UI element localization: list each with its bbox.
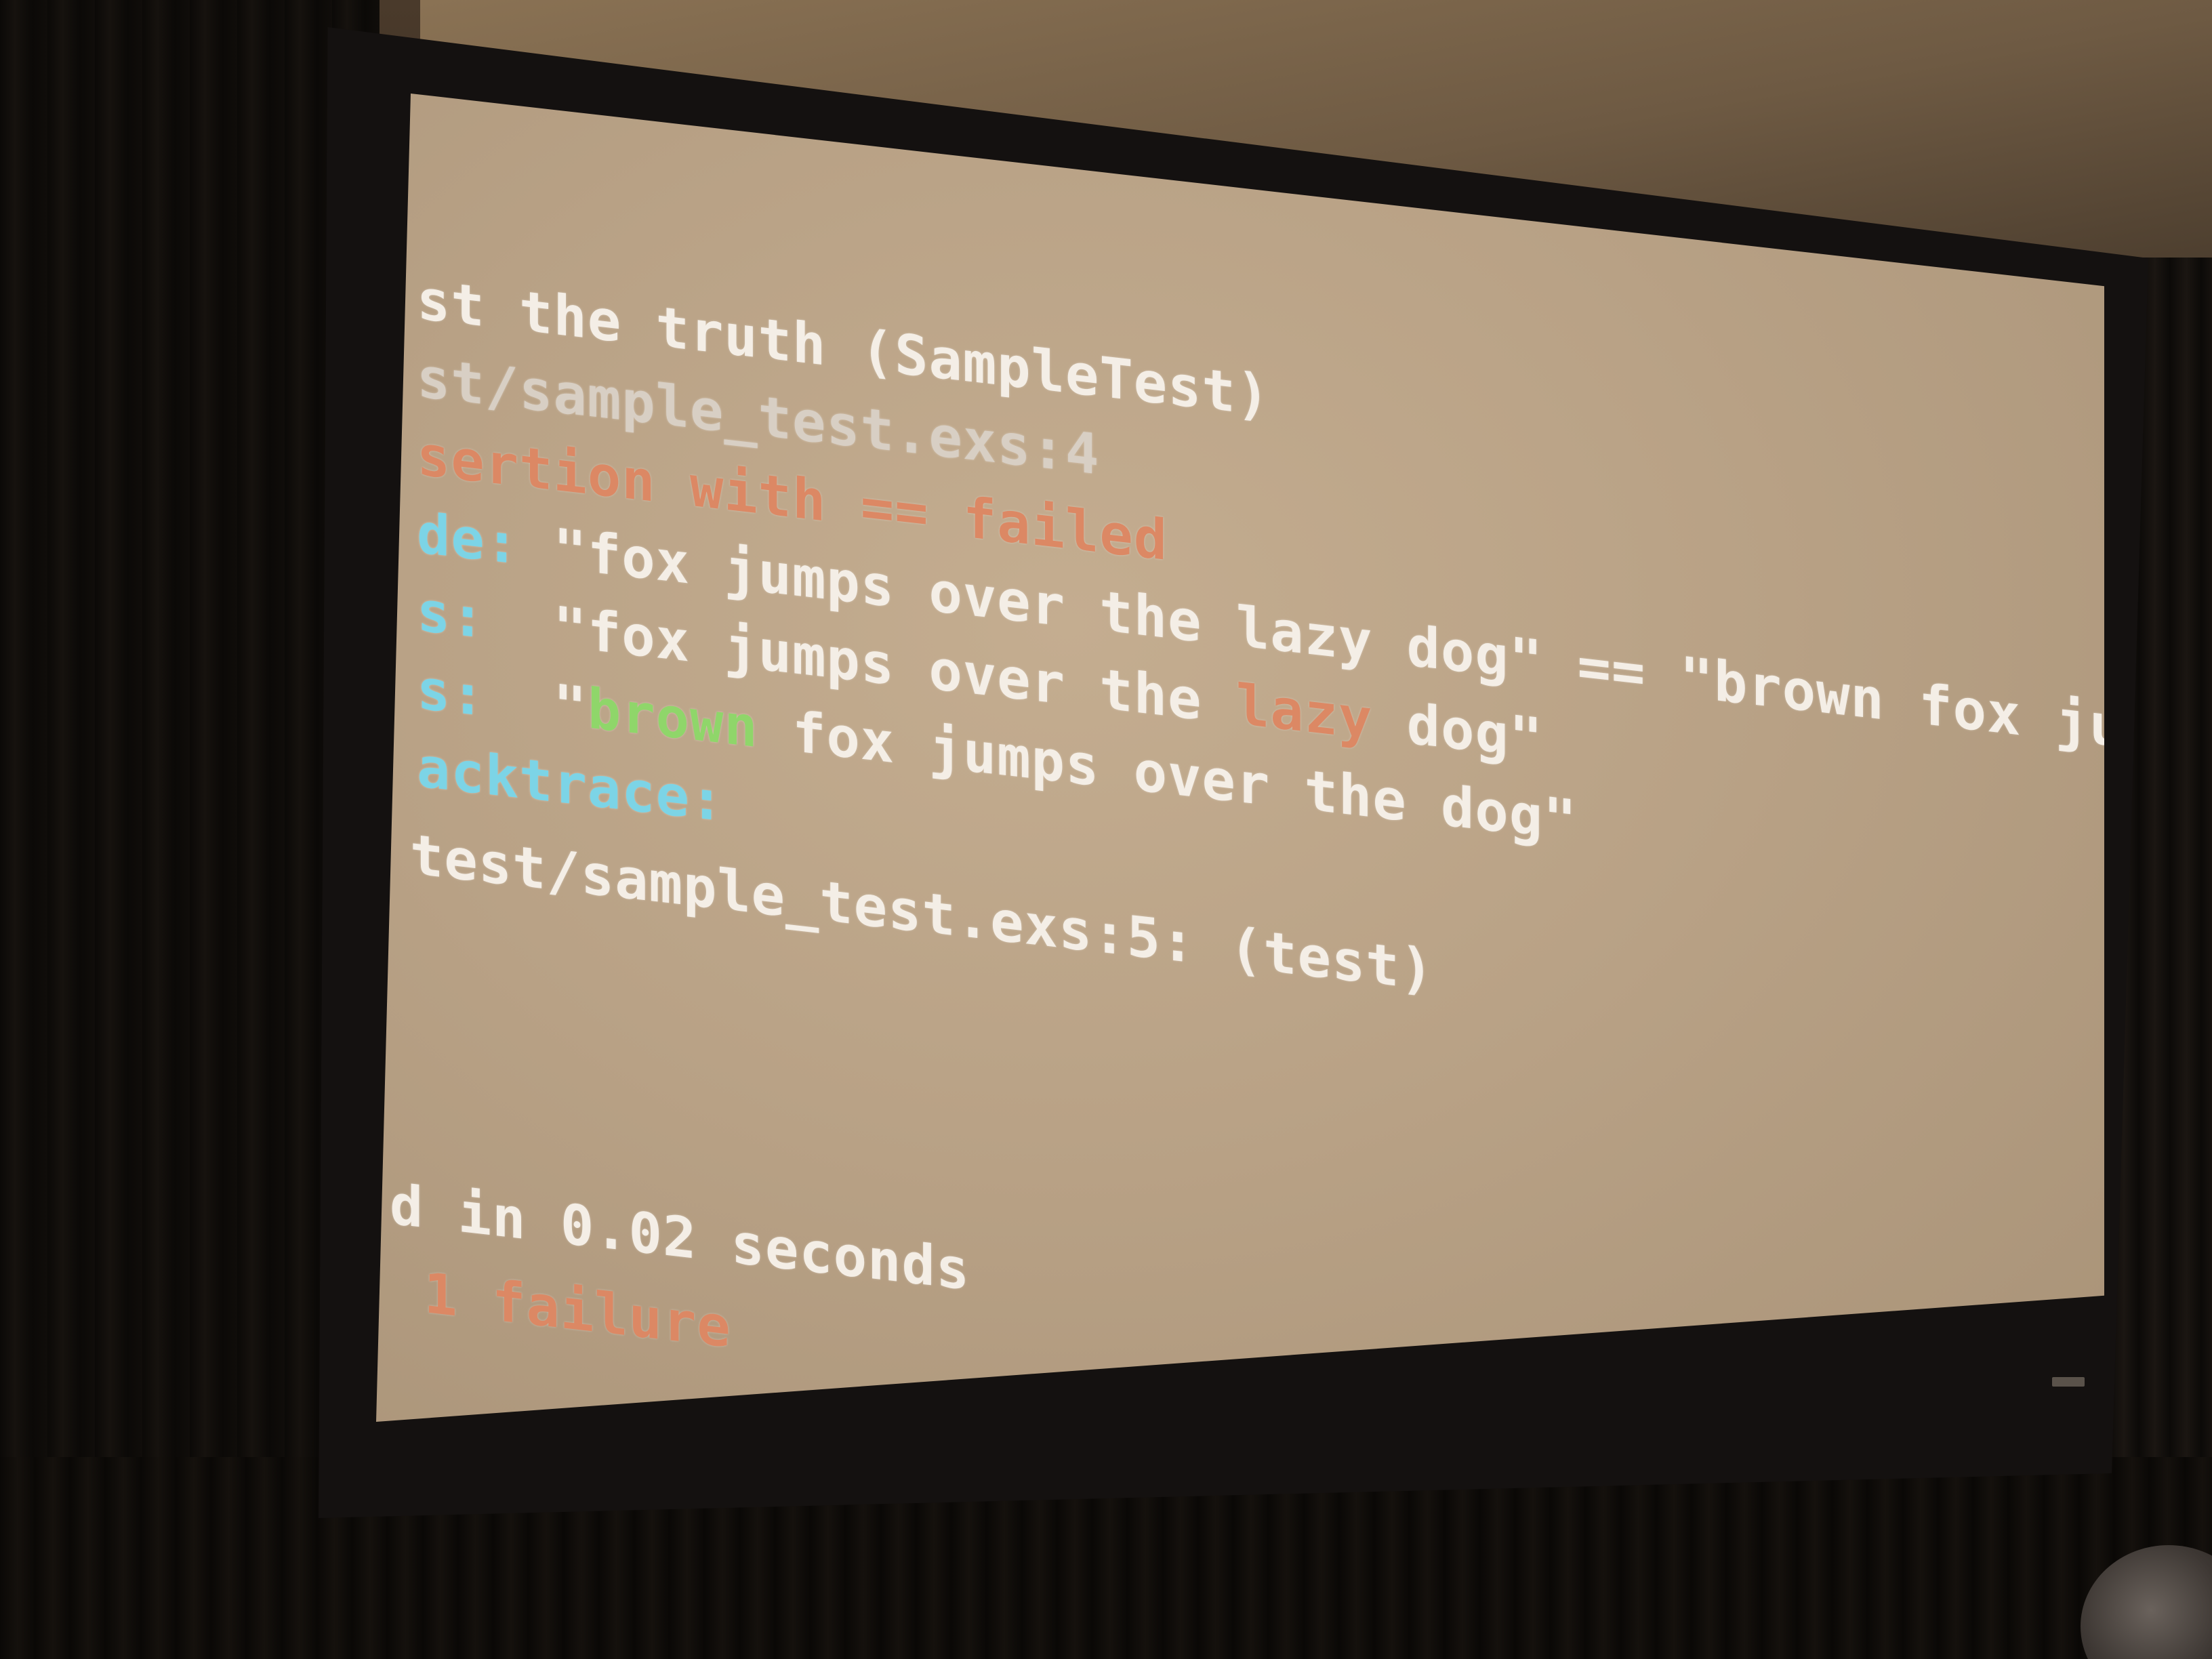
lhs-text-post: dog"	[1372, 688, 1544, 773]
rhs-text-pre: "	[485, 665, 588, 741]
code-label: de:	[417, 501, 520, 578]
stacktrace-entry: test/sample_test.exs:5: (test)	[410, 822, 1435, 1004]
lhs-label: s:	[417, 579, 485, 652]
failure-count: 1 failure	[390, 1257, 731, 1361]
terminal-output: st the truth (SampleTest) st/sample_test…	[376, 94, 2104, 1422]
rhs-label: s:	[417, 657, 485, 730]
projection-screen: st the truth (SampleTest) st/sample_test…	[376, 94, 2104, 1422]
lhs-diff-highlight: lazy	[1235, 672, 1373, 753]
rhs-diff-highlight: brown	[587, 676, 758, 761]
screen-brand-badge	[2052, 1377, 2085, 1387]
